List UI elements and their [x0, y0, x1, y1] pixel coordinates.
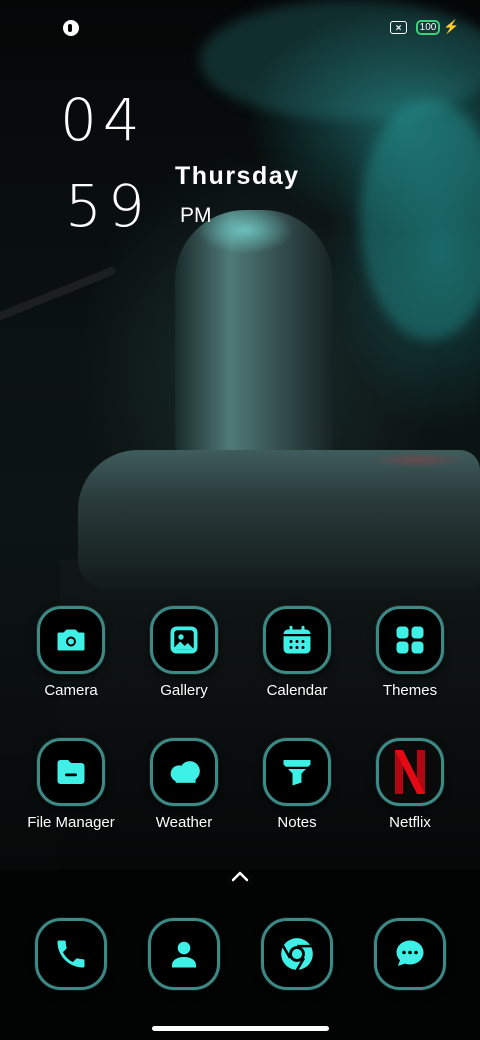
dock-messages[interactable]: [373, 918, 447, 992]
netflix-icon: [376, 738, 444, 806]
clock-minute[interactable]: 59: [65, 172, 151, 240]
clock-day: Thursday: [175, 162, 300, 190]
contacts-icon: [148, 918, 220, 990]
app-weather[interactable]: Weather: [129, 738, 239, 831]
chrome-icon: [261, 918, 333, 990]
app-label: File Manager: [27, 814, 115, 831]
messages-icon: [374, 918, 446, 990]
app-label: Calendar: [266, 682, 328, 699]
folder-icon: [37, 738, 105, 806]
app-calendar[interactable]: Calendar: [242, 606, 352, 699]
app-themes[interactable]: Themes: [355, 606, 465, 699]
app-label: Themes: [382, 682, 438, 699]
app-file-manager[interactable]: File Manager: [16, 738, 126, 831]
app-gallery[interactable]: Gallery: [129, 606, 239, 699]
battery-icon: 100: [416, 20, 440, 35]
notification-icon: [63, 20, 79, 36]
clock-hour[interactable]: 04: [60, 86, 146, 154]
app-notes[interactable]: Notes: [242, 738, 352, 831]
app-netflix[interactable]: Netflix: [355, 738, 465, 831]
funnel-icon: [263, 738, 331, 806]
app-label: Gallery: [160, 682, 208, 699]
charging-icon: ⚡: [443, 19, 460, 34]
app-label: Netflix: [389, 814, 431, 831]
cloud-icon: [150, 738, 218, 806]
no-sim-icon: ×: [390, 21, 407, 34]
themes-icon: [376, 606, 444, 674]
app-drawer-chevron-icon[interactable]: [228, 866, 252, 886]
app-label: Weather: [155, 814, 213, 831]
dock-phone[interactable]: [34, 918, 108, 992]
calendar-icon: [263, 606, 331, 674]
dock-chrome[interactable]: [260, 918, 334, 992]
clock-ampm: PM: [180, 204, 212, 227]
gallery-icon: [150, 606, 218, 674]
status-bar: × 100 ⚡: [0, 0, 480, 56]
dock-contacts[interactable]: [147, 918, 221, 992]
app-camera[interactable]: Camera: [16, 606, 126, 699]
home-indicator[interactable]: [152, 1026, 329, 1031]
camera-icon: [37, 606, 105, 674]
app-label: Notes: [277, 814, 317, 831]
phone-icon: [35, 918, 107, 990]
app-label: Camera: [44, 682, 98, 699]
